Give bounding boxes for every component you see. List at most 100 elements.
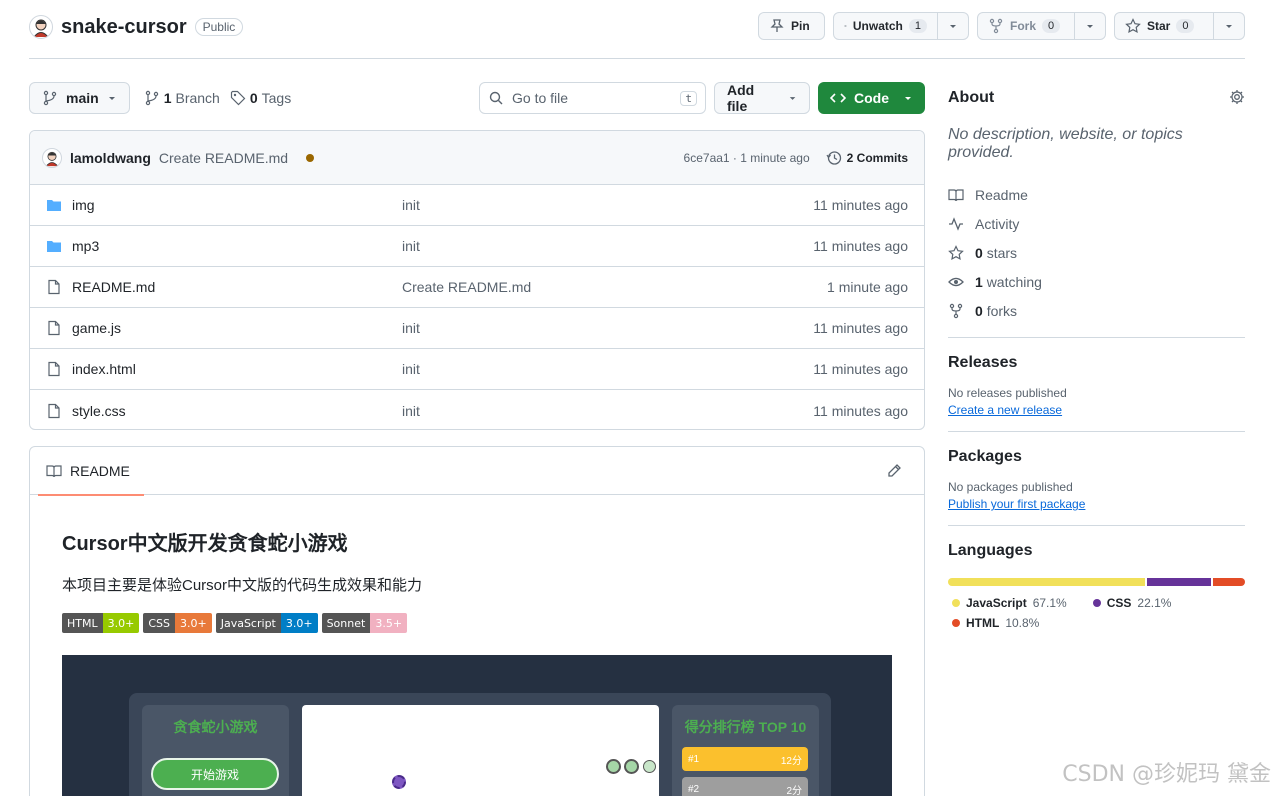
releases-section: Releases No releases published Create a … xyxy=(948,338,1245,417)
code-button[interactable]: Code xyxy=(818,82,925,114)
file-row[interactable]: mp3 init 11 minutes ago xyxy=(30,226,924,267)
file-name[interactable]: README.md xyxy=(72,279,402,295)
repo-actions: Pin Unwatch 1 Fork 0 Star 0 xyxy=(758,12,1245,40)
about-link-forks[interactable]: 0 forks xyxy=(948,296,1245,325)
caret-down-icon xyxy=(950,25,956,28)
file-name[interactable]: img xyxy=(72,197,402,213)
star-counter: 0 xyxy=(1176,19,1195,33)
about-link-Readme[interactable]: Readme xyxy=(948,180,1245,209)
star-dropdown-button[interactable] xyxy=(1214,12,1245,40)
branch-name: main xyxy=(66,90,99,106)
star-button[interactable]: Star 0 xyxy=(1114,12,1214,40)
file-commit-message[interactable]: init xyxy=(402,238,702,254)
leaderboard-entry: #2 2分 xyxy=(682,777,808,796)
file-row[interactable]: index.html init 11 minutes ago xyxy=(30,349,924,390)
file-commit-message[interactable]: init xyxy=(402,403,702,419)
commit-hash-time[interactable]: 6ce7aa1 · 1 minute ago xyxy=(684,151,810,165)
fork-group: Fork 0 xyxy=(977,12,1106,40)
about-count: 0 xyxy=(975,244,983,261)
fork-icon xyxy=(948,303,964,319)
watch-dropdown-button[interactable] xyxy=(938,12,969,40)
badge-label: Sonnet xyxy=(321,613,371,633)
file-icon xyxy=(46,320,62,336)
file-commit-message[interactable]: Create README.md xyxy=(402,279,702,295)
file-row[interactable]: style.css init 11 minutes ago xyxy=(30,390,924,429)
commits-history-link[interactable]: 2 Commits xyxy=(826,150,908,166)
go-to-file-input[interactable]: Go to file t xyxy=(479,82,706,114)
language-item[interactable]: JavaScript 67.1% xyxy=(948,596,1067,610)
language-color-dot xyxy=(952,619,960,627)
game-screenshot: 贪食蛇小游戏 开始游戏 得分排行榜 TOP 10 #1 12分 #2 2分 xyxy=(62,655,892,796)
about-title: About xyxy=(948,89,995,106)
releases-title[interactable]: Releases xyxy=(948,354,1245,372)
file-row[interactable]: README.md Create README.md 1 minute ago xyxy=(30,267,924,308)
fork-dropdown-button[interactable] xyxy=(1075,12,1106,40)
commit-author-avatar[interactable] xyxy=(42,147,62,168)
file-commit-time: 11 minutes ago xyxy=(813,197,908,213)
folder-icon xyxy=(46,197,62,213)
about-settings-button[interactable] xyxy=(1229,89,1245,108)
snake-head xyxy=(643,760,656,773)
branch-selector[interactable]: main xyxy=(29,82,130,114)
about-header: About xyxy=(948,84,1245,112)
owner-avatar[interactable] xyxy=(29,15,53,39)
eye-icon xyxy=(948,274,964,290)
packages-empty-text: No packages published xyxy=(948,480,1073,494)
unwatch-button[interactable]: Unwatch 1 xyxy=(833,12,938,40)
create-release-link[interactable]: Create a new release xyxy=(948,403,1245,417)
commit-message[interactable]: Create README.md xyxy=(159,150,288,166)
star-label: Star xyxy=(1147,19,1171,33)
star-group: Star 0 xyxy=(1114,12,1245,40)
about-link-label: stars xyxy=(986,244,1018,261)
about-link-stars[interactable]: 0 stars xyxy=(948,238,1245,267)
book-icon xyxy=(46,464,62,477)
file-name[interactable]: mp3 xyxy=(72,238,402,254)
badge-label: HTML xyxy=(62,613,103,633)
languages-section: Languages JavaScript 67.1% CSS 22.1% HTML 10.… xyxy=(948,526,1245,630)
file-row[interactable]: img init 11 minutes ago xyxy=(30,185,924,226)
badge-value: 3.0+ xyxy=(102,613,140,633)
tags-label: Tags xyxy=(261,90,292,106)
caret-down-icon xyxy=(1226,25,1232,28)
language-item[interactable]: HTML 10.8% xyxy=(948,616,1039,630)
rank-number: #2 xyxy=(688,783,700,795)
language-item[interactable]: CSS 22.1% xyxy=(1089,596,1171,610)
shortcut-hint: t xyxy=(680,90,697,106)
visibility-badge: Public xyxy=(194,18,244,36)
caret-down-icon xyxy=(108,97,115,100)
tab-readme[interactable]: README xyxy=(38,447,144,496)
file-name[interactable]: style.css xyxy=(72,403,402,419)
version-badge: Sonnet 3.5+ xyxy=(321,613,408,633)
file-commit-message[interactable]: init xyxy=(402,320,702,336)
leaderboard-entry: #1 12分 xyxy=(682,747,808,771)
fork-button[interactable]: Fork 0 xyxy=(977,12,1075,40)
file-icon xyxy=(46,403,62,419)
repo-name[interactable]: snake-cursor xyxy=(61,16,187,39)
file-commit-message[interactable]: init xyxy=(402,361,702,377)
pin-button[interactable]: Pin xyxy=(758,12,825,40)
file-name[interactable]: game.js xyxy=(72,320,402,336)
publish-package-link[interactable]: Publish your first package xyxy=(948,497,1245,511)
readme-panel: README Cursor中文版开发贪食蛇小游戏 本项目主要是体验Cursor中… xyxy=(29,446,925,796)
readme-tab-label: README xyxy=(70,462,130,479)
edit-readme-button[interactable] xyxy=(886,463,902,482)
badge-label: CSS xyxy=(143,613,175,633)
about-links: Readme Activity 0 stars 1 watching 0 forks xyxy=(948,180,1245,325)
commit-author[interactable]: lamoldwang xyxy=(70,150,151,166)
caret-down-icon xyxy=(1087,25,1093,28)
commit-status-dot[interactable] xyxy=(306,153,315,162)
tags-link[interactable]: 0 Tags xyxy=(230,90,291,106)
file-name[interactable]: index.html xyxy=(72,361,402,377)
watch-group: Unwatch 1 xyxy=(833,12,969,40)
unwatch-label: Unwatch xyxy=(852,19,903,33)
about-link-watching[interactable]: 1 watching xyxy=(948,267,1245,296)
file-row[interactable]: game.js init 11 minutes ago xyxy=(30,308,924,349)
rank-number: #1 xyxy=(688,753,700,765)
header-divider xyxy=(29,58,1245,59)
packages-title[interactable]: Packages xyxy=(948,448,1245,466)
file-commit-message[interactable]: init xyxy=(402,197,702,213)
languages-bar xyxy=(948,578,1245,586)
branches-link[interactable]: 1 Branch xyxy=(144,90,220,106)
add-file-button[interactable]: Add file xyxy=(714,82,810,114)
about-link-Activity[interactable]: Activity xyxy=(948,209,1245,238)
